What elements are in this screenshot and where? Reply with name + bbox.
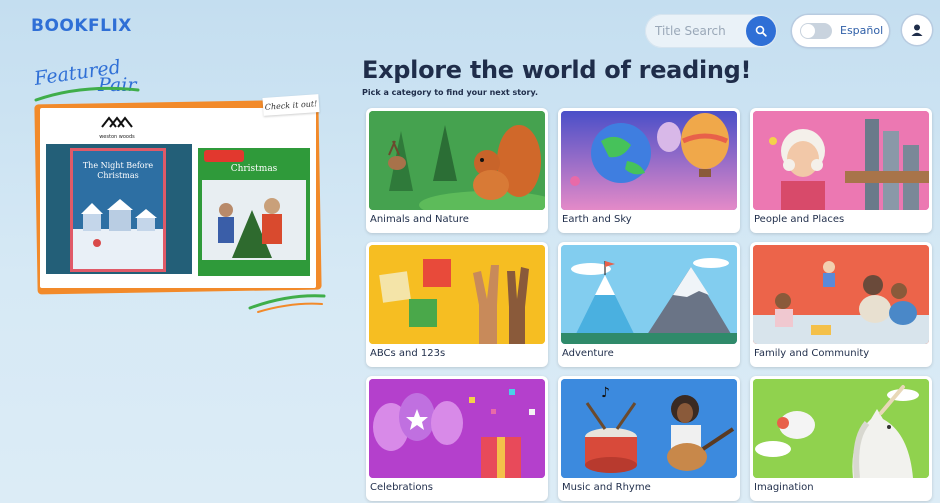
book-right-title: Christmas	[230, 164, 278, 174]
category-card-earth-and-sky[interactable]: Earth and Sky	[558, 108, 740, 233]
christmas-tree-photo	[202, 180, 306, 260]
squirrel-forest-illustration	[369, 111, 545, 210]
search-input[interactable]	[655, 20, 745, 42]
family-picnic-illustration	[753, 245, 929, 344]
globe-balloon-illustration	[561, 111, 737, 210]
blocks-hands-illustration	[369, 245, 545, 344]
card-front: weston woods The Night Before Christmas	[40, 108, 316, 288]
publisher-logo: weston woods	[92, 114, 142, 140]
search-box	[645, 14, 777, 48]
category-card-adventure[interactable]: Adventure	[558, 242, 740, 367]
category-label: Earth and Sky	[562, 214, 632, 225]
category-card-people-and-places[interactable]: People and Places	[750, 108, 932, 233]
featured-pair-card[interactable]: weston woods The Night Before Christmas	[32, 99, 322, 296]
unicorn-illustration	[753, 379, 929, 478]
category-image	[753, 111, 929, 210]
account-button[interactable]	[902, 15, 932, 45]
book-cover: The Night Before Christmas	[70, 148, 166, 272]
category-image	[753, 379, 929, 478]
category-label: Animals and Nature	[370, 214, 469, 225]
category-image	[369, 379, 545, 478]
category-image	[369, 111, 545, 210]
category-image	[369, 245, 545, 344]
category-image	[561, 245, 737, 344]
search-icon	[755, 25, 767, 37]
publisher-name: weston woods	[99, 134, 135, 140]
balloons-gifts-illustration	[369, 379, 545, 478]
user-icon	[911, 24, 923, 36]
rookie-badge-icon	[204, 150, 244, 162]
toggle-switch[interactable]	[800, 23, 832, 39]
mountain-illustration	[561, 245, 737, 344]
category-label: Music and Rhyme	[562, 482, 651, 493]
category-label: Celebrations	[370, 482, 434, 493]
featured-book-right[interactable]: Christmas	[198, 148, 310, 276]
language-toggle-label: Español	[840, 24, 884, 37]
category-card-abcs-and-123s[interactable]: ABCs and 123s	[366, 242, 548, 367]
svg-text:♪: ♪	[601, 385, 610, 401]
category-label: Imagination	[754, 482, 814, 493]
category-image: ♪	[561, 379, 737, 478]
category-label: People and Places	[754, 214, 845, 225]
category-label: Family and Community	[754, 348, 870, 359]
book-left-title: The Night Before Christmas	[82, 161, 154, 180]
swoosh-decoration	[34, 86, 140, 102]
search-button[interactable]	[746, 16, 776, 46]
bookflix-logo[interactable]: BOOKFLIX	[31, 16, 132, 36]
category-image	[561, 111, 737, 210]
category-card-animals-and-nature[interactable]: Animals and Nature	[366, 108, 548, 233]
swoosh-decoration-bottom	[248, 294, 326, 313]
category-card-celebrations[interactable]: Celebrations	[366, 376, 548, 501]
category-card-music-and-rhyme[interactable]: ♪ Music and Rhyme	[558, 376, 740, 501]
drum-guitar-illustration: ♪	[561, 379, 737, 478]
snow-village-illustration	[73, 199, 163, 269]
page-subtitle: Pick a category to find your next story.	[362, 88, 539, 97]
category-card-family-and-community[interactable]: Family and Community	[750, 242, 932, 367]
featured-book-left[interactable]: The Night Before Christmas	[46, 144, 192, 274]
category-label: ABCs and 123s	[370, 348, 446, 359]
category-label: Adventure	[562, 348, 614, 359]
category-image	[753, 245, 929, 344]
toggle-knob	[801, 24, 815, 38]
language-toggle[interactable]: Español	[792, 15, 889, 47]
category-card-imagination[interactable]: Imagination	[750, 376, 932, 501]
weston-woods-icon	[101, 116, 133, 128]
page-title: Explore the world of reading!	[362, 56, 752, 84]
city-portrait-illustration	[753, 111, 929, 210]
